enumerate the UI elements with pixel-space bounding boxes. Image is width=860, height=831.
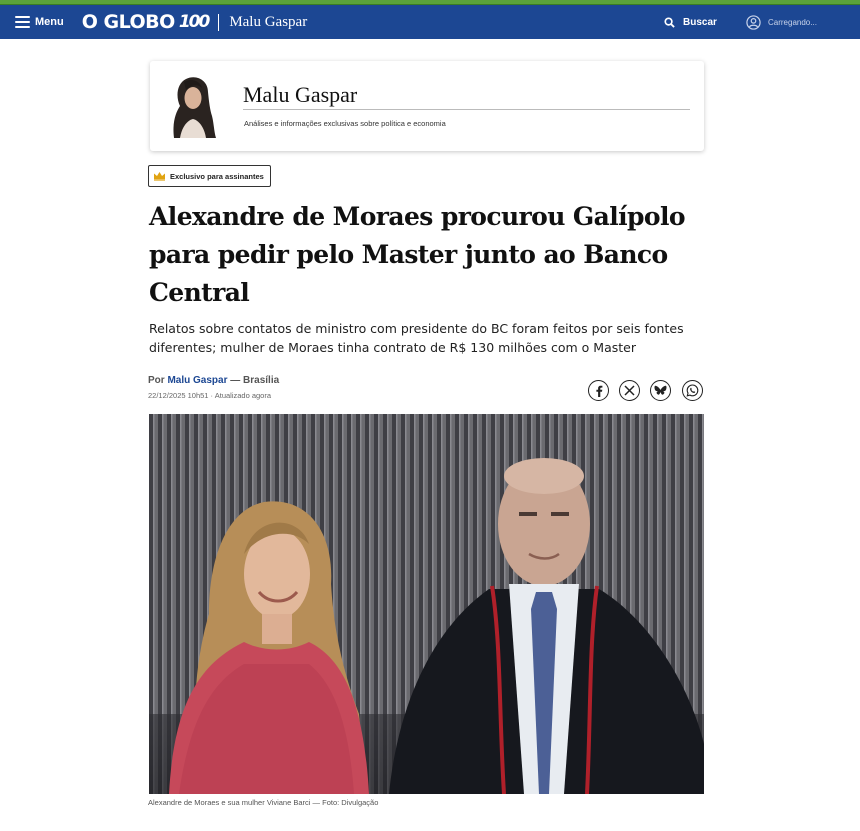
byline-prefix: Por — [148, 375, 165, 386]
publish-date: 22/12/2025 10h51 · Atualizado agora — [148, 391, 272, 400]
whatsapp-icon — [686, 384, 699, 397]
article-headline: Alexandre de Moraes procurou Galípolo pa… — [149, 202, 686, 307]
x-icon — [624, 385, 635, 396]
article-photo-illustration — [149, 414, 704, 794]
hamburger-icon — [15, 16, 30, 28]
logo-badge: 100 — [178, 12, 210, 32]
share-whatsapp-button[interactable] — [682, 380, 703, 401]
facebook-icon — [595, 385, 602, 397]
byline-location: — Brasília — [230, 375, 280, 386]
account-button[interactable]: Carregando... — [746, 14, 817, 30]
article-photo — [149, 414, 704, 794]
byline: Por Malu Gaspar — Brasília — [148, 375, 279, 386]
author-link[interactable]: Malu Gaspar — [167, 375, 227, 386]
header-divider — [218, 13, 220, 31]
bluesky-icon — [654, 385, 667, 395]
subscriber-badge-label: Exclusivo para assinantes — [170, 171, 264, 181]
column-name-link[interactable]: Malu Gaspar — [229, 14, 307, 31]
columnist-name: Malu Gaspar — [243, 82, 358, 107]
crown-icon — [154, 172, 165, 181]
account-label: Carregando... — [768, 17, 817, 27]
share-bluesky-button[interactable] — [650, 380, 671, 401]
menu-button[interactable]: Menu — [15, 16, 64, 28]
share-facebook-button[interactable] — [588, 380, 609, 401]
article-subheadline: Relatos sobre contatos de ministro com p… — [149, 321, 684, 355]
menu-label: Menu — [35, 16, 64, 28]
columnist-description: Análises e informações exclusivas sobre … — [244, 119, 446, 128]
search-icon — [664, 16, 675, 28]
columnist-card[interactable]: Malu Gaspar Análises e informações exclu… — [150, 61, 704, 151]
site-header: Menu O GLOBO 100 Malu Gaspar Buscar Carr… — [0, 5, 860, 39]
search-label: Buscar — [683, 16, 717, 28]
columnist-avatar — [173, 77, 216, 138]
share-x-button[interactable] — [619, 380, 640, 401]
subscriber-badge: Exclusivo para assinantes — [148, 165, 271, 187]
logo-text: O GLOBO — [81, 11, 176, 33]
photo-caption: Alexandre de Moraes e sua mulher Viviane… — [148, 798, 379, 807]
user-icon — [746, 14, 761, 30]
site-logo[interactable]: O GLOBO 100 — [81, 11, 211, 33]
columnist-divider — [243, 109, 690, 110]
search-button[interactable]: Buscar — [664, 17, 717, 28]
